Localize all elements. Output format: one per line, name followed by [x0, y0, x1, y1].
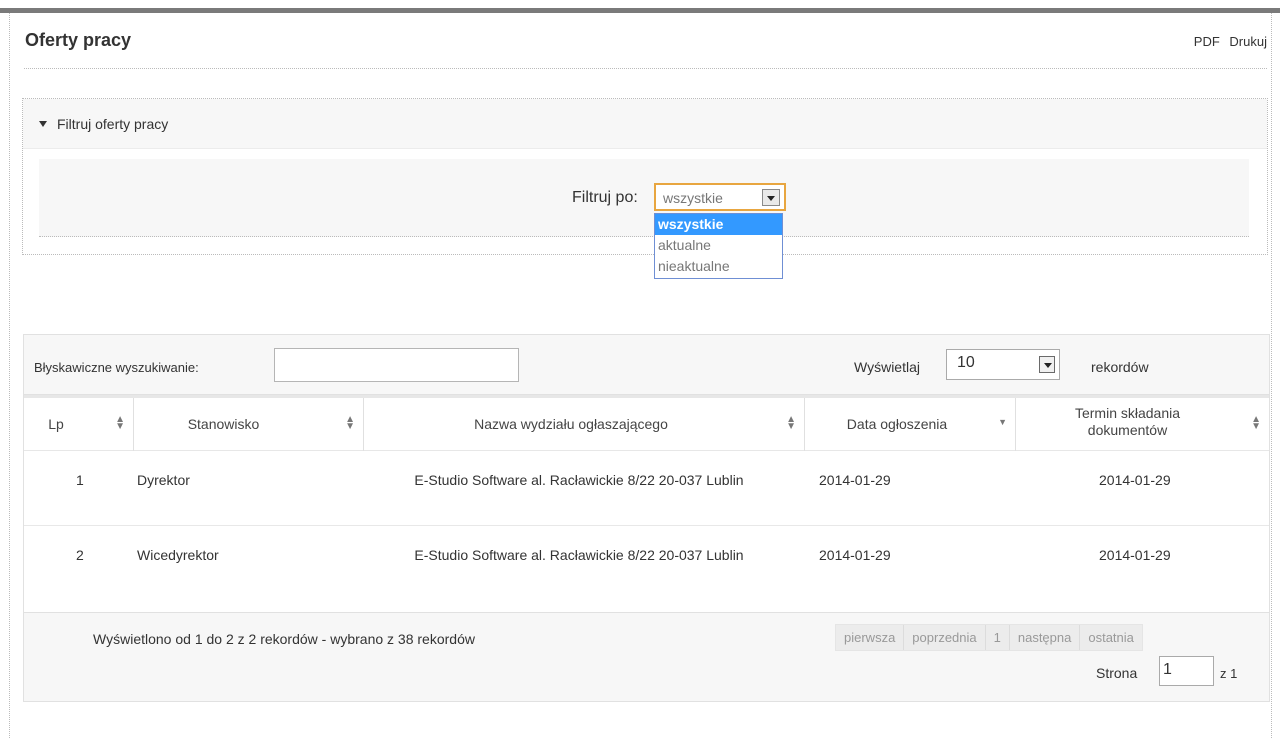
filter-body: Filtruj po: — [39, 159, 1249, 237]
cell-department: E-Studio Software al. Racławickie 8/22 2… — [414, 547, 744, 563]
table-row[interactable]: 1 Dyrektor E-Studio Software al. Racławi… — [24, 451, 1269, 526]
sort-arrows-icon: ▲ ▼ — [1251, 414, 1261, 432]
page-total: z 1 — [1220, 666, 1238, 681]
column-header-department[interactable]: Nazwa wydziału ogłaszającego ▲ ▼ — [364, 398, 805, 451]
filter-by-label: Filtruj po: — [572, 189, 638, 206]
pager-previous-button[interactable]: poprzednia — [904, 625, 986, 650]
column-header-label: Stanowisko — [187, 416, 260, 432]
table-toolbar: Błyskawiczne wyszukiwanie: Wyświetlaj 10… — [24, 335, 1269, 395]
table-row[interactable]: 2 Wicedyrektor E-Studio Software al. Rac… — [24, 526, 1269, 601]
pagination: pierwsza poprzednia 1 następna ostatnia — [835, 624, 1143, 651]
page-label: Strona — [1096, 665, 1138, 681]
sort-arrows-icon: ▲ ▼ — [786, 414, 796, 432]
length-label: Wyświetlaj — [854, 359, 920, 375]
pager-first-button[interactable]: pierwsza — [836, 625, 905, 650]
records-per-page-value: 10 — [957, 354, 975, 371]
filter-select[interactable]: wszystkie — [654, 183, 786, 211]
cell-announcement-date: 2014-01-29 — [819, 547, 891, 563]
cell-position: Dyrektor — [137, 472, 190, 488]
sort-arrows-icon: ▲ ▼ — [345, 414, 355, 432]
left-border — [9, 13, 10, 738]
records-per-page-select[interactable]: 10 — [946, 349, 1060, 380]
print-link[interactable]: Drukuj — [1229, 34, 1267, 49]
chevron-down-icon[interactable] — [762, 189, 780, 206]
pager-page-button[interactable]: 1 — [986, 625, 1010, 650]
column-header-announcement-date[interactable]: Data ogłoszenia ▼ — [805, 398, 1016, 451]
sort-arrows-icon: ▲ ▼ — [115, 414, 125, 432]
filter-option-current[interactable]: aktualne — [655, 235, 782, 256]
column-header-label: Data ogłoszenia — [846, 416, 948, 432]
filter-dropdown-list: wszystkie aktualne nieaktualne — [654, 213, 783, 279]
filter-option-outdated[interactable]: nieaktualne — [655, 256, 782, 277]
cell-position: Wicedyrektor — [137, 547, 219, 563]
right-border — [1271, 13, 1272, 738]
table-footer: Wyświetlono od 1 do 2 z 2 rekordów - wyb… — [24, 612, 1269, 701]
offers-table: Błyskawiczne wyszukiwanie: Wyświetlaj 10… — [23, 334, 1270, 702]
title-divider — [24, 68, 1267, 69]
filter-panel-header: Filtruj oferty pracy — [23, 99, 1267, 149]
pager-next-button[interactable]: następna — [1010, 625, 1081, 650]
page-number-input[interactable]: 1 — [1159, 656, 1214, 686]
pdf-link[interactable]: PDF — [1194, 34, 1220, 49]
search-input[interactable] — [274, 348, 519, 382]
chevron-down-icon[interactable] — [1039, 356, 1055, 373]
filter-option-all[interactable]: wszystkie — [655, 214, 782, 235]
sort-descending-icon: ▼ — [998, 417, 1007, 427]
filter-toggle-label: Filtruj oferty pracy — [57, 116, 169, 132]
page-number-value: 1 — [1163, 661, 1172, 678]
cell-announcement-date: 2014-01-29 — [819, 472, 891, 488]
triangle-down-icon — [39, 121, 47, 127]
search-label: Błyskawiczne wyszukiwanie: — [34, 360, 199, 375]
cell-lp: 1 — [76, 472, 84, 488]
records-label: rekordów — [1091, 359, 1149, 375]
table-header: Lp ▲ ▼ Stanowisko ▲ ▼ Nazwa wydziału ogłas… — [24, 395, 1269, 451]
column-header-label: Lp — [48, 416, 64, 432]
cell-lp: 2 — [76, 547, 84, 563]
records-info: Wyświetlono od 1 do 2 z 2 rekordów - wyb… — [93, 631, 475, 647]
cell-deadline: 2014-01-29 — [1099, 472, 1171, 488]
cell-deadline: 2014-01-29 — [1099, 547, 1171, 563]
column-header-deadline[interactable]: Termin składania dokumentów ▲ ▼ — [1016, 398, 1269, 451]
filter-panel: Filtruj oferty pracy Filtruj po: — [22, 98, 1268, 255]
pager-last-button[interactable]: ostatnia — [1080, 625, 1142, 650]
header-links: PDF Drukuj — [1188, 34, 1267, 49]
column-header-label: Nazwa wydziału ogłaszającego — [474, 416, 668, 432]
cell-department: E-Studio Software al. Racławickie 8/22 2… — [414, 472, 744, 488]
filter-select-value: wszystkie — [663, 190, 723, 206]
column-header-position[interactable]: Stanowisko ▲ ▼ — [134, 398, 364, 451]
page-title: Oferty pracy — [25, 30, 132, 50]
filter-toggle[interactable]: Filtruj oferty pracy — [39, 116, 168, 132]
top-bar — [0, 8, 1280, 13]
column-header-lp[interactable]: Lp ▲ ▼ — [24, 398, 134, 451]
column-header-label: Termin składania dokumentów — [1074, 405, 1181, 438]
